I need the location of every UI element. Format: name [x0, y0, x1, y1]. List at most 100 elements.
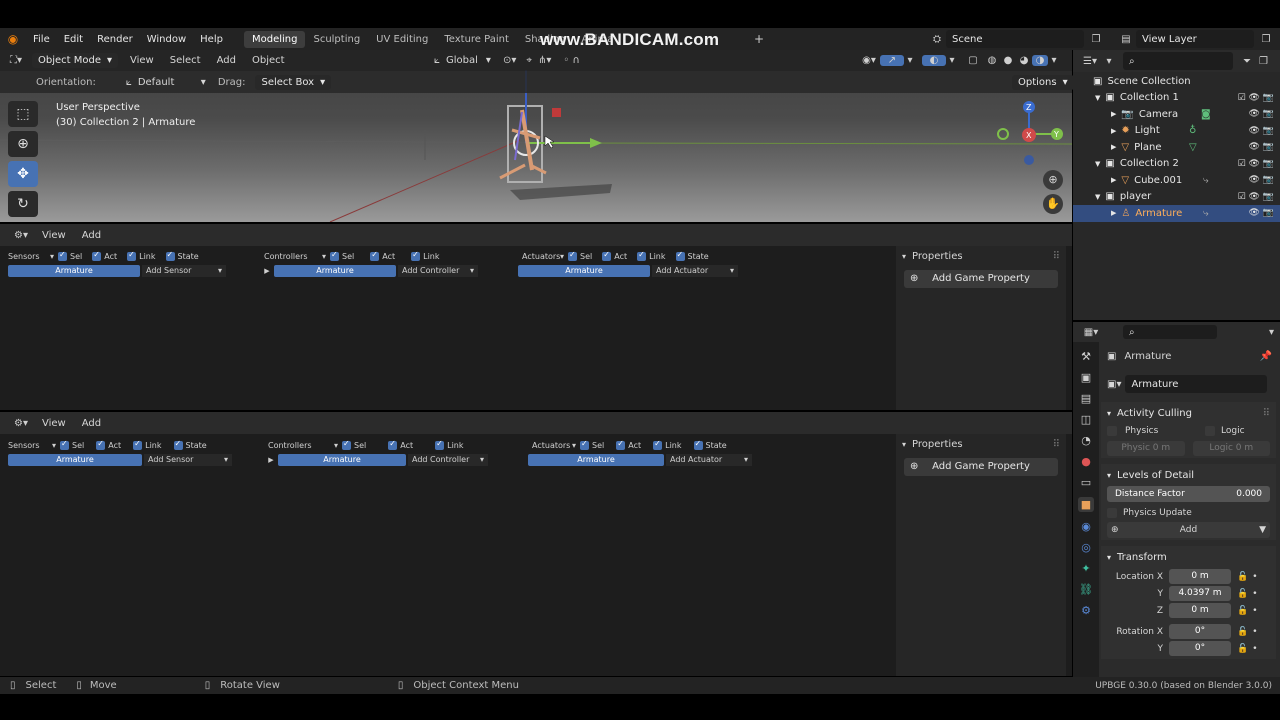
- physics-tab-icon[interactable]: ✦: [1081, 562, 1090, 575]
- properties-editor-icon[interactable]: ▦▾: [1079, 327, 1103, 338]
- light-data-icon[interactable]: ♁: [1189, 125, 1196, 136]
- physics-checkbox[interactable]: [1107, 426, 1117, 436]
- pan-hand-icon[interactable]: ✋: [1043, 194, 1063, 214]
- expand-icon[interactable]: ▼: [1095, 160, 1100, 168]
- logic-menu-view[interactable]: View: [34, 230, 74, 241]
- link-checkbox[interactable]: [411, 250, 421, 261]
- dropdown-icon[interactable]: ▼: [1259, 525, 1266, 535]
- outliner-row-collection-1[interactable]: ▼ ▣ Collection 1 ☑ 👁 📷: [1073, 90, 1280, 107]
- object-type-icon[interactable]: ▣▾: [1107, 379, 1121, 390]
- outliner-editor-icon[interactable]: ☰▾: [1079, 56, 1101, 67]
- outliner-row-collection-2[interactable]: ▼ ▣ Collection 2 ☑ 👁 📷: [1073, 156, 1280, 173]
- scene-field[interactable]: Scene: [946, 30, 1084, 48]
- act-checkbox[interactable]: [388, 439, 398, 450]
- sel-checkbox[interactable]: [58, 250, 68, 261]
- add-game-property-button[interactable]: ⊕ Add Game Property: [904, 270, 1058, 288]
- scene-tab-icon[interactable]: ◔: [1081, 434, 1091, 447]
- chevron-down-icon[interactable]: ▾: [50, 252, 54, 261]
- keyframe-dot-icon[interactable]: •: [1252, 627, 1257, 637]
- chevron-down-icon[interactable]: ▾: [52, 441, 56, 450]
- viewport-menu-add[interactable]: Add: [209, 55, 244, 66]
- view-layer-field[interactable]: View Layer: [1136, 30, 1254, 48]
- properties-search-input[interactable]: ⌕: [1123, 325, 1217, 339]
- lock-icon[interactable]: 🔓: [1237, 644, 1248, 654]
- filter-icon[interactable]: ⏷: [1243, 56, 1251, 67]
- rotation-x-field[interactable]: 0°: [1169, 624, 1231, 639]
- expand-icon[interactable]: ▼: [1095, 94, 1100, 102]
- sel-checkbox[interactable]: [60, 439, 70, 450]
- chevron-down-icon[interactable]: ▾: [334, 441, 338, 450]
- lock-icon[interactable]: 🔓: [1237, 606, 1248, 616]
- collapse-icon[interactable]: ▾: [902, 440, 906, 449]
- sel-checkbox[interactable]: [342, 439, 352, 450]
- chevron-down-icon[interactable]: ▾: [572, 441, 576, 450]
- xray-icon[interactable]: ▢: [962, 55, 984, 66]
- shading-dropdown-icon[interactable]: ▾: [1048, 55, 1060, 66]
- object-name-field[interactable]: Armature: [1125, 375, 1268, 393]
- logic-menu-add[interactable]: Add: [74, 418, 109, 429]
- select-box-icon[interactable]: ⬚: [8, 101, 38, 127]
- visibility-toggles[interactable]: ☑ 👁 📷: [1238, 192, 1274, 202]
- expand-icon[interactable]: ▶: [1111, 176, 1116, 184]
- filter-display-icon[interactable]: ▾: [1101, 56, 1117, 67]
- act-checkbox[interactable]: [616, 439, 626, 450]
- new-collection-icon[interactable]: ❐: [1259, 56, 1268, 67]
- state-checkbox[interactable]: [693, 439, 703, 450]
- keyframe-dot-icon[interactable]: •: [1252, 644, 1257, 654]
- outliner-search-input[interactable]: ⌕: [1123, 52, 1233, 70]
- visibility-toggles[interactable]: 👁 📷: [1249, 126, 1275, 136]
- overlay-icon[interactable]: ◐: [922, 55, 946, 66]
- location-z-field[interactable]: 0 m: [1169, 603, 1231, 618]
- act-checkbox[interactable]: [602, 250, 612, 261]
- link-checkbox[interactable]: [637, 250, 647, 261]
- add-actuator-dropdown[interactable]: Add Actuator ▾: [666, 454, 752, 466]
- visibility-icon[interactable]: ◉▾: [858, 55, 880, 66]
- expand-icon[interactable]: ▶: [1111, 143, 1116, 151]
- sensor-object-bar[interactable]: Armature: [8, 265, 140, 277]
- link-checkbox[interactable]: [435, 439, 445, 450]
- gizmo-dropdown-icon[interactable]: ▾: [904, 55, 916, 66]
- expand-triangle-icon[interactable]: ▶: [264, 456, 278, 464]
- cursor-tool-icon[interactable]: ⊕: [8, 131, 38, 157]
- act-checkbox[interactable]: [96, 439, 106, 450]
- visibility-toggles[interactable]: 👁 📷: [1249, 142, 1275, 152]
- lod-header[interactable]: ▾ Levels of Detail: [1107, 466, 1270, 484]
- physics-distance-field[interactable]: Physic 0 m: [1107, 440, 1185, 456]
- sel-checkbox[interactable]: [568, 250, 578, 261]
- controller-object-bar[interactable]: Armature: [274, 265, 396, 277]
- keyframe-dot-icon[interactable]: •: [1252, 572, 1257, 582]
- overlay-dropdown-icon[interactable]: ▾: [946, 55, 958, 66]
- pin-icon[interactable]: 📌: [1260, 351, 1272, 362]
- wireframe-shading-icon[interactable]: ◍: [984, 55, 1000, 66]
- proportional-edit-icon[interactable]: ◦ ∩: [563, 55, 579, 66]
- viewport-menu-view[interactable]: View: [122, 55, 162, 66]
- physics-update-checkbox[interactable]: [1107, 508, 1117, 518]
- menu-render[interactable]: Render: [90, 34, 140, 45]
- scene-icon[interactable]: ⛭: [928, 34, 946, 45]
- logic-menu-add[interactable]: Add: [74, 230, 109, 241]
- add-sensor-dropdown[interactable]: Add Sensor ▾: [142, 265, 226, 277]
- data-tab-icon[interactable]: ⚙: [1081, 604, 1091, 617]
- actuator-object-bar[interactable]: Armature: [518, 265, 650, 277]
- sel-checkbox[interactable]: [580, 439, 590, 450]
- keyframe-dot-icon[interactable]: •: [1252, 589, 1257, 599]
- outliner-row-plane[interactable]: ▶ ▽ Plane ▽ 👁 📷: [1073, 139, 1280, 156]
- camera-data-icon[interactable]: ◙: [1201, 109, 1211, 120]
- add-actuator-dropdown[interactable]: Add Actuator ▾: [652, 265, 738, 277]
- lock-icon[interactable]: 🔓: [1237, 572, 1248, 582]
- particles-tab-icon[interactable]: ◎: [1081, 541, 1091, 554]
- menu-window[interactable]: Window: [140, 34, 193, 45]
- expand-icon[interactable]: ▼: [1095, 193, 1100, 201]
- pivot-icon[interactable]: ⊙▾: [503, 55, 516, 66]
- constraints-tab-icon[interactable]: ⛓: [1079, 583, 1093, 596]
- outliner-row-camera[interactable]: ▶ 📷 Camera ◙ 👁 📷: [1073, 106, 1280, 123]
- blender-logo-icon[interactable]: ◉: [0, 32, 26, 46]
- chevron-down-icon[interactable]: ▾: [322, 252, 326, 261]
- viewport-menu-object[interactable]: Object: [244, 55, 293, 66]
- outliner-row-scene-collection[interactable]: ▣ Scene Collection: [1073, 73, 1280, 90]
- visibility-toggles[interactable]: 👁 📷: [1249, 109, 1275, 119]
- location-x-field[interactable]: 0 m: [1169, 569, 1231, 584]
- controller-object-bar[interactable]: Armature: [278, 454, 406, 466]
- link-checkbox[interactable]: [127, 250, 137, 261]
- outliner-row-light[interactable]: ▶ ✹ Light ♁ 👁 📷: [1073, 123, 1280, 140]
